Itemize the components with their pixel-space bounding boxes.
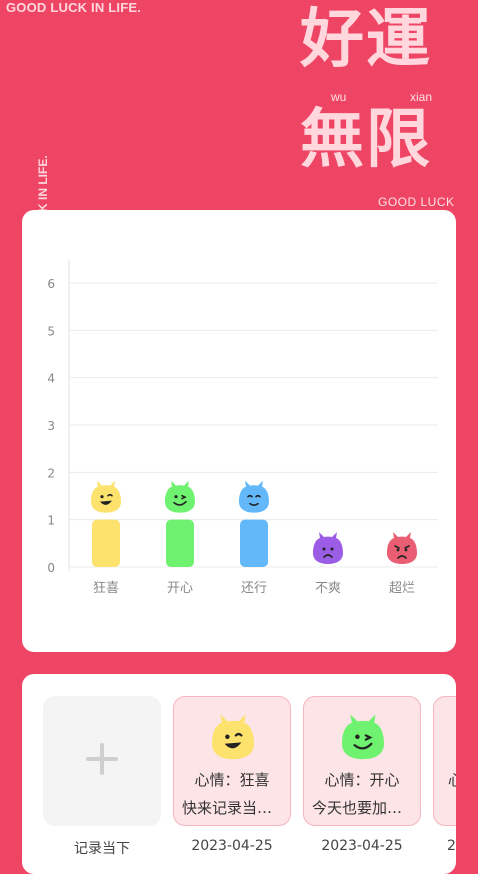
mood-record-date: 2023-04-25 [321,838,403,854]
records-card: 记录当下 心情：狂喜 快来记录当下的心情吧 2023-04-25 心情：开心 今… [22,674,456,874]
mood-record-date: 2023-04-25 [191,838,273,854]
mood-bar-chart: 0 1 2 3 4 5 6 狂喜 开心 还行 不爽 超烂 [47,260,438,596]
add-record-button[interactable] [43,696,161,826]
mood-record-card[interactable]: 心情：开心 今天也要加油鸭 [303,696,421,826]
mood-record-title: 心 [448,771,456,789]
okay-face-icon [239,480,269,513]
awful-face-icon [387,532,417,564]
y-tick-label: 6 [47,277,55,291]
y-tick-label: 1 [47,514,55,528]
mood-record-note: 快来记录当下的心情吧 [182,799,284,817]
poster-line-2: 無限 [300,103,432,177]
plus-icon [86,743,118,775]
chart-bar [166,519,194,567]
chart-bar [240,519,268,567]
y-tick-label: 0 [47,561,55,575]
pinyin-left: wu [331,90,347,104]
mood-chart-card: 0 1 2 3 4 5 6 狂喜 开心 还行 不爽 超烂 [22,210,456,652]
decor-top-text: GOOD LUCK IN LIFE. [6,0,142,15]
x-tick-label: 开心 [167,581,193,596]
y-tick-label: 3 [47,419,55,433]
x-tick-label: 不爽 [315,581,341,596]
ecstatic-face-icon [212,715,254,760]
x-tick-label: 狂喜 [93,581,119,596]
chart-bar [92,519,120,567]
decor-side-text: K IN LIFE. [36,155,50,212]
pinyin-right: xian [410,90,433,104]
mood-record-note: 今天也要加油鸭 [312,799,414,817]
add-record-label: 记录当下 [74,841,130,857]
upset-face-icon [313,532,343,564]
x-tick-label: 超烂 [389,581,415,596]
mood-record-card[interactable]: 心 [433,696,456,826]
mood-record-title: 心情：开心 [324,771,400,789]
mood-record-card[interactable]: 心情：狂喜 快来记录当下的心情吧 [173,696,291,826]
poster-line-1: 好運 [300,3,432,77]
ecstatic-face-icon [91,480,121,513]
mood-record-title: 心情：狂喜 [194,771,270,789]
happy-face-icon [165,480,195,513]
mood-record-date: 2 [447,838,456,854]
y-tick-label: 4 [47,372,55,386]
x-tick-label: 还行 [241,581,267,596]
poster-caption: GOOD LUCK [378,195,455,209]
y-tick-label: 2 [47,466,55,480]
happy-face-icon [342,715,384,760]
y-tick-label: 5 [47,324,55,338]
good-luck-poster: 好運 wu xian 無限 GOOD LUCK [300,0,460,212]
